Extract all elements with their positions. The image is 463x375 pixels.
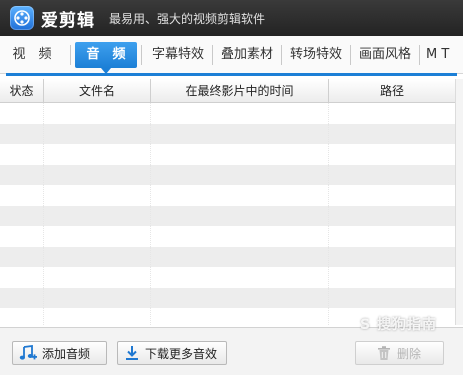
delete-button[interactable]: 删除 bbox=[355, 341, 444, 365]
table-cell bbox=[44, 123, 151, 144]
trash-icon bbox=[376, 345, 392, 361]
app-slogan: 最易用、强大的视频剪辑软件 bbox=[109, 11, 266, 26]
tab-divider bbox=[212, 44, 213, 65]
table-cell bbox=[44, 267, 151, 288]
table-cell bbox=[329, 206, 455, 227]
tab-video[interactable]: 视 频 bbox=[6, 42, 58, 68]
table-row[interactable] bbox=[0, 246, 455, 268]
table-cell bbox=[44, 226, 151, 247]
table-cell bbox=[151, 123, 329, 144]
table-cell bbox=[151, 185, 329, 206]
tab-divider bbox=[141, 44, 142, 65]
table-cell bbox=[44, 287, 151, 308]
table-cell bbox=[0, 205, 44, 226]
table-cell bbox=[0, 267, 44, 288]
bottom-toolbar: 添加音频 下载更多音效 删除 bbox=[0, 327, 463, 375]
app-name: 爱剪辑 bbox=[41, 10, 95, 31]
tab-divider bbox=[70, 44, 71, 65]
tab-picture-style[interactable]: 画面风格 bbox=[353, 42, 417, 68]
audio-list-table: 状态 文件名 在最终影片中的时间 路径 bbox=[0, 79, 455, 325]
table-cell bbox=[44, 185, 151, 206]
tab-divider bbox=[419, 44, 420, 65]
table-cell bbox=[151, 267, 329, 288]
table-cell bbox=[44, 308, 151, 325]
table-cell bbox=[151, 205, 329, 226]
table-cell bbox=[0, 226, 44, 247]
tab-overlay-materials[interactable]: 叠加素材 bbox=[215, 42, 279, 68]
table-body bbox=[0, 103, 455, 325]
music-note-plus-icon bbox=[19, 345, 37, 361]
table-cell bbox=[151, 246, 329, 267]
download-more-effects-button[interactable]: 下载更多音效 bbox=[117, 341, 227, 365]
table-cell bbox=[329, 185, 455, 206]
add-audio-button[interactable]: 添加音频 bbox=[12, 341, 107, 365]
table-cell bbox=[0, 308, 44, 325]
tab-transition-effects[interactable]: 转场特效 bbox=[284, 42, 348, 68]
table-row[interactable] bbox=[0, 226, 455, 247]
download-more-effects-label: 下载更多音效 bbox=[145, 346, 218, 361]
table-cell bbox=[329, 267, 455, 288]
table-cell bbox=[44, 246, 151, 267]
table-cell bbox=[0, 185, 44, 206]
table-row[interactable] bbox=[0, 103, 455, 124]
column-header-time-in-final-video[interactable]: 在最终影片中的时间 bbox=[151, 79, 329, 102]
table-cell bbox=[151, 144, 329, 165]
table-cell bbox=[329, 124, 455, 145]
table-row[interactable] bbox=[0, 205, 455, 227]
table-row[interactable] bbox=[0, 308, 455, 325]
tab-mtv[interactable]: M T bbox=[426, 42, 456, 68]
table-cell bbox=[0, 144, 44, 165]
table-cell bbox=[329, 103, 455, 124]
download-arrow-icon bbox=[124, 345, 140, 361]
table-cell bbox=[151, 164, 329, 185]
table-row[interactable] bbox=[0, 144, 455, 165]
column-header-status[interactable]: 状态 bbox=[0, 79, 44, 102]
table-cell bbox=[329, 226, 455, 247]
column-header-path[interactable]: 路径 bbox=[329, 79, 455, 102]
table-cell bbox=[0, 164, 44, 185]
table-cell bbox=[44, 205, 151, 226]
table-header: 状态 文件名 在最终影片中的时间 路径 bbox=[0, 79, 455, 103]
title-bar: 爱剪辑 最易用、强大的视频剪辑软件 bbox=[0, 0, 463, 36]
table-cell bbox=[329, 144, 455, 165]
table-cell bbox=[329, 247, 455, 268]
table-row[interactable] bbox=[0, 123, 455, 145]
add-audio-label: 添加音频 bbox=[42, 346, 91, 361]
table-row[interactable] bbox=[0, 185, 455, 206]
table-cell bbox=[151, 103, 329, 124]
table-cell bbox=[0, 246, 44, 267]
table-cell bbox=[44, 164, 151, 185]
column-header-filename[interactable]: 文件名 bbox=[44, 79, 151, 102]
table-cell bbox=[44, 103, 151, 124]
table-cell bbox=[329, 308, 455, 325]
tab-audio[interactable]: 音 频 bbox=[75, 41, 137, 74]
table-cell bbox=[0, 103, 44, 124]
tab-bar: 视 频 音 频 字幕特效 叠加素材 转场特效 画面风格 M T bbox=[0, 36, 463, 74]
vertical-scrollbar[interactable] bbox=[455, 79, 463, 325]
table-row[interactable] bbox=[0, 287, 455, 309]
table-cell bbox=[0, 123, 44, 144]
table-cell bbox=[151, 308, 329, 325]
table-cell bbox=[151, 226, 329, 247]
tab-divider bbox=[350, 44, 351, 65]
tab-divider bbox=[281, 44, 282, 65]
table-row[interactable] bbox=[0, 267, 455, 288]
tab-subtitle-effects[interactable]: 字幕特效 bbox=[146, 42, 210, 68]
table-cell bbox=[151, 287, 329, 308]
delete-label: 删除 bbox=[396, 346, 421, 361]
table-cell bbox=[329, 165, 455, 186]
tab-underline bbox=[6, 73, 457, 76]
table-cell bbox=[44, 144, 151, 165]
table-row[interactable] bbox=[0, 164, 455, 186]
table-cell bbox=[329, 288, 455, 309]
film-reel-icon bbox=[10, 6, 34, 30]
table-cell bbox=[0, 287, 44, 308]
